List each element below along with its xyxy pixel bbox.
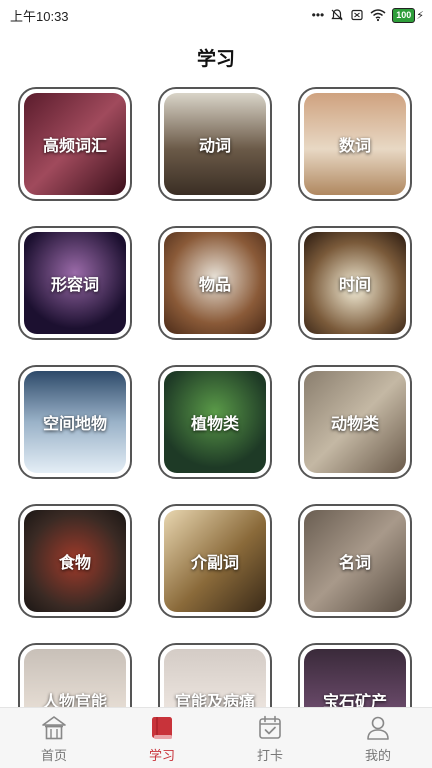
category-image: 动物类 [304,371,406,473]
status-bar: 上午10:33 ••• 100 ⚡ [0,0,432,30]
category-tile[interactable]: 官能及病痛 [158,643,272,707]
charging-icon: ⚡ [416,9,424,22]
tab-checkin-label: 打卡 [256,748,283,763]
category-label: 宝石矿产 [322,694,387,707]
category-image: 空间地物 [24,371,126,473]
category-image: 人物官能 [24,649,126,707]
category-tile[interactable]: 植物类 [158,365,272,479]
battery-icon: 100 ⚡ [392,7,424,23]
category-tile[interactable]: 物品 [158,226,272,340]
category-label: 官能及病痛 [174,694,255,707]
category-label: 名词 [338,555,371,572]
page-title: 学习 [196,49,235,70]
category-image: 名词 [304,510,406,612]
category-image: 动词 [164,93,266,195]
category-label: 动物类 [330,416,379,433]
tab-home-label: 首页 [40,748,67,763]
category-label: 物品 [198,277,231,294]
category-image: 宝石矿产 [304,649,406,707]
category-label: 植物类 [190,416,239,433]
category-image: 高频词汇 [24,93,126,195]
category-label: 人物官能 [42,694,107,707]
category-label: 食物 [58,555,91,572]
category-tile[interactable]: 时间 [298,226,412,340]
status-time: 上午10:33 [10,8,69,24]
category-image: 植物类 [164,371,266,473]
category-label: 数词 [338,138,371,155]
category-label: 介副词 [190,555,239,572]
category-label: 空间地物 [42,416,107,433]
category-label: 时间 [338,277,371,294]
status-icons: ••• 100 ⚡ [311,7,424,23]
category-tile[interactable]: 食物 [18,504,132,618]
category-grid: 高频词汇 动词 数词 形容词 物品 时间 空间地物 植物类 动物类 食物 介副词… [18,87,414,707]
tab-study-label: 学习 [148,748,175,763]
more-dots-icon: ••• [311,8,325,22]
sim-card-icon [351,9,363,21]
tab-profile-label: 我的 [364,748,391,763]
category-tile[interactable]: 介副词 [158,504,272,618]
home-icon [40,714,68,742]
category-image: 食物 [24,510,126,612]
category-tile[interactable]: 形容词 [18,226,132,340]
category-label: 高频词汇 [42,138,107,155]
wifi-icon [370,9,386,22]
category-tile[interactable]: 空间地物 [18,365,132,479]
category-image: 官能及病痛 [164,649,266,707]
category-tile[interactable]: 数词 [298,87,412,201]
category-tile[interactable]: 高频词汇 [18,87,132,201]
book-icon [148,714,176,742]
tab-profile[interactable]: 我的 [324,708,432,768]
category-image: 数词 [304,93,406,195]
category-tile[interactable]: 动词 [158,87,272,201]
tab-checkin[interactable]: 打卡 [216,708,324,768]
category-tile[interactable]: 名词 [298,504,412,618]
category-tile[interactable]: 动物类 [298,365,412,479]
category-image: 介副词 [164,510,266,612]
category-label: 动词 [198,138,231,155]
bottom-tab-bar: 首页 学习 打卡 我的 [0,707,432,768]
category-tile[interactable]: 人物官能 [18,643,132,707]
category-tile[interactable]: 宝石矿产 [298,643,412,707]
bell-muted-icon [331,9,343,21]
tab-home[interactable]: 首页 [0,708,108,768]
calendar-check-icon [256,714,284,742]
category-image: 形容词 [24,232,126,334]
category-label: 形容词 [50,277,99,294]
tab-study[interactable]: 学习 [108,708,216,768]
user-icon [364,714,392,742]
category-image: 时间 [304,232,406,334]
battery-level: 100 [392,7,416,23]
category-image: 物品 [164,232,266,334]
